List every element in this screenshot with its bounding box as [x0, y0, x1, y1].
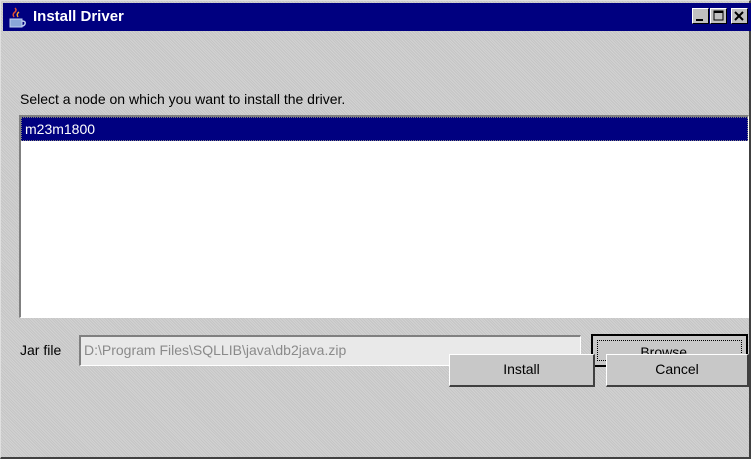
install-driver-dialog: Install Driver Select a node on which yo…	[0, 0, 751, 459]
node-prompt: Select a node on which you want to insta…	[20, 91, 346, 107]
install-button[interactable]: Install	[449, 354, 595, 387]
maximize-button[interactable]	[710, 8, 727, 24]
close-icon	[734, 11, 744, 21]
title-bar[interactable]: Install Driver	[3, 3, 751, 31]
close-button[interactable]	[731, 8, 748, 24]
minimize-button[interactable]	[692, 8, 709, 24]
cancel-button[interactable]: Cancel	[606, 354, 749, 387]
list-item[interactable]: m23m1800	[21, 117, 748, 141]
window-title: Install Driver	[33, 8, 124, 25]
minimize-icon	[696, 19, 703, 21]
java-coffee-icon[interactable]	[7, 7, 29, 29]
jar-file-label: Jar file	[20, 342, 62, 358]
node-list[interactable]: m23m1800	[19, 115, 749, 318]
maximize-icon	[713, 10, 724, 21]
